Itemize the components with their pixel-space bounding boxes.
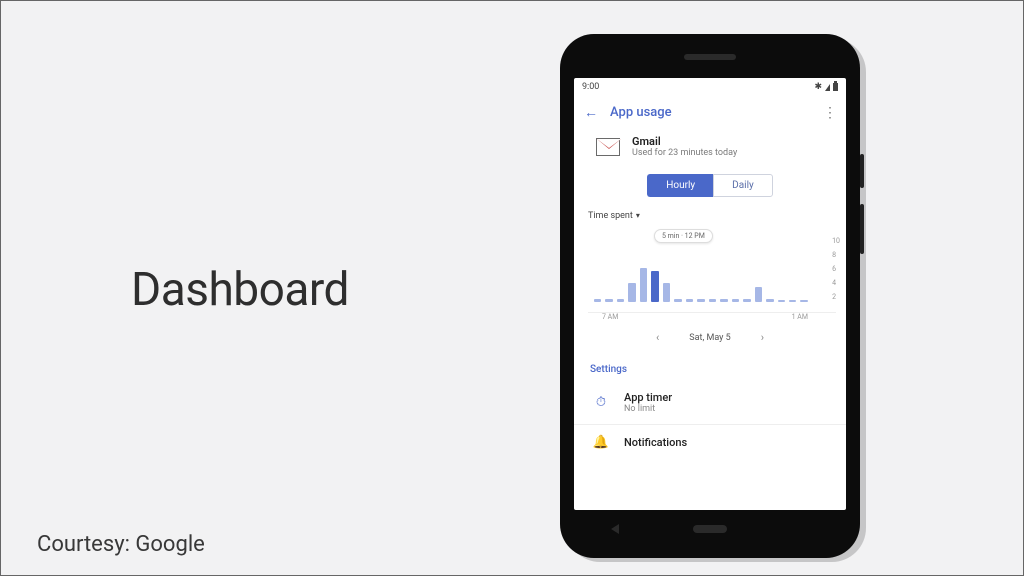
chart-bar[interactable] [605, 299, 612, 302]
bell-icon: 🔔 [592, 435, 610, 450]
y-tick: 4 [832, 279, 840, 287]
chevron-down-icon [636, 211, 640, 221]
chart-bar[interactable] [755, 287, 762, 303]
x-end-label: 1 AM [792, 313, 808, 321]
app-timer-label: App timer [624, 391, 672, 404]
back-arrow-icon[interactable]: ← [584, 104, 598, 121]
phone-screen: 9:00 ✱ ← App usage Gmail Used for 23 min… [574, 78, 846, 510]
slide-title: Dashboard [131, 263, 349, 317]
chart-bar[interactable] [800, 300, 807, 302]
bluetooth-icon: ✱ [814, 82, 822, 92]
phone-speaker [684, 54, 736, 60]
overflow-menu-icon[interactable] [823, 105, 836, 121]
chart-bar[interactable] [640, 268, 647, 302]
chart-bar[interactable] [743, 299, 750, 302]
chart-bar[interactable] [789, 300, 796, 302]
phone-volume-button [860, 204, 864, 254]
y-tick: 2 [832, 293, 840, 301]
chart-bar[interactable] [663, 283, 670, 302]
date-navigator: ‹ Sat, May 5 › [574, 325, 846, 358]
chart-bar[interactable] [720, 299, 727, 302]
toggle-hourly[interactable]: Hourly [647, 174, 713, 197]
status-time: 9:00 [582, 82, 599, 92]
notifications-label: Notifications [624, 436, 687, 449]
chevron-left-icon[interactable]: ‹ [656, 331, 659, 344]
y-tick: 10 [832, 237, 840, 245]
app-timer-row[interactable]: ⏱ App timer No limit [574, 381, 846, 425]
battery-icon [833, 83, 838, 91]
timer-icon: ⏱ [592, 395, 610, 410]
selected-date: Sat, May 5 [689, 333, 730, 343]
app-name: Gmail [632, 135, 737, 148]
nav-home-pill[interactable] [693, 525, 727, 533]
toggle-daily[interactable]: Daily [713, 174, 773, 197]
chart-bar[interactable] [732, 299, 739, 302]
notifications-row[interactable]: 🔔 Notifications [574, 425, 846, 460]
x-axis-labels: 7 AM 1 AM [588, 313, 836, 321]
usage-chart[interactable] [588, 223, 836, 313]
app-header-row: Gmail Used for 23 minutes today [574, 129, 846, 170]
nav-back-icon[interactable] [611, 524, 619, 534]
settings-section: Settings ⏱ App timer No limit 🔔 Notifica… [574, 358, 846, 470]
y-axis-ticks: 10 8 6 4 2 [832, 221, 840, 311]
view-toggle: Hourly Daily [574, 170, 846, 207]
chart-bar[interactable] [617, 299, 624, 302]
status-icons: ✱ [814, 82, 838, 92]
time-spent-label: Time spent [588, 211, 633, 221]
chart-bar[interactable] [651, 271, 658, 302]
chart-bar[interactable] [594, 299, 601, 302]
y-tick: 8 [832, 251, 840, 259]
system-nav-bar [574, 514, 846, 544]
phone-frame: 9:00 ✱ ← App usage Gmail Used for 23 min… [560, 34, 860, 558]
chart-bar[interactable] [709, 299, 716, 302]
courtesy-text: Courtesy: Google [37, 532, 205, 557]
settings-header: Settings [574, 358, 846, 381]
app-bar: ← App usage [574, 96, 846, 129]
chart-bar[interactable] [766, 299, 773, 302]
phone-power-button [860, 154, 864, 188]
page-title: App usage [610, 105, 672, 120]
y-tick: 6 [832, 265, 840, 273]
chart-bar[interactable] [674, 299, 681, 302]
status-bar: 9:00 ✱ [574, 78, 846, 96]
chart-bar[interactable] [778, 300, 785, 302]
time-spent-dropdown[interactable]: Time spent [574, 207, 846, 221]
gmail-icon [596, 138, 620, 156]
chart-area: 5 min · 12 PM 108642 7 AM 1 AM [574, 221, 846, 325]
x-start-label: 7 AM [602, 313, 618, 321]
chevron-right-icon[interactable]: › [761, 331, 764, 344]
chart-bar[interactable] [686, 299, 693, 302]
chart-bar[interactable] [628, 283, 635, 302]
app-usage-subtitle: Used for 23 minutes today [632, 148, 737, 158]
signal-icon [825, 84, 830, 91]
app-timer-value: No limit [624, 404, 672, 414]
chart-bar[interactable] [697, 299, 704, 302]
